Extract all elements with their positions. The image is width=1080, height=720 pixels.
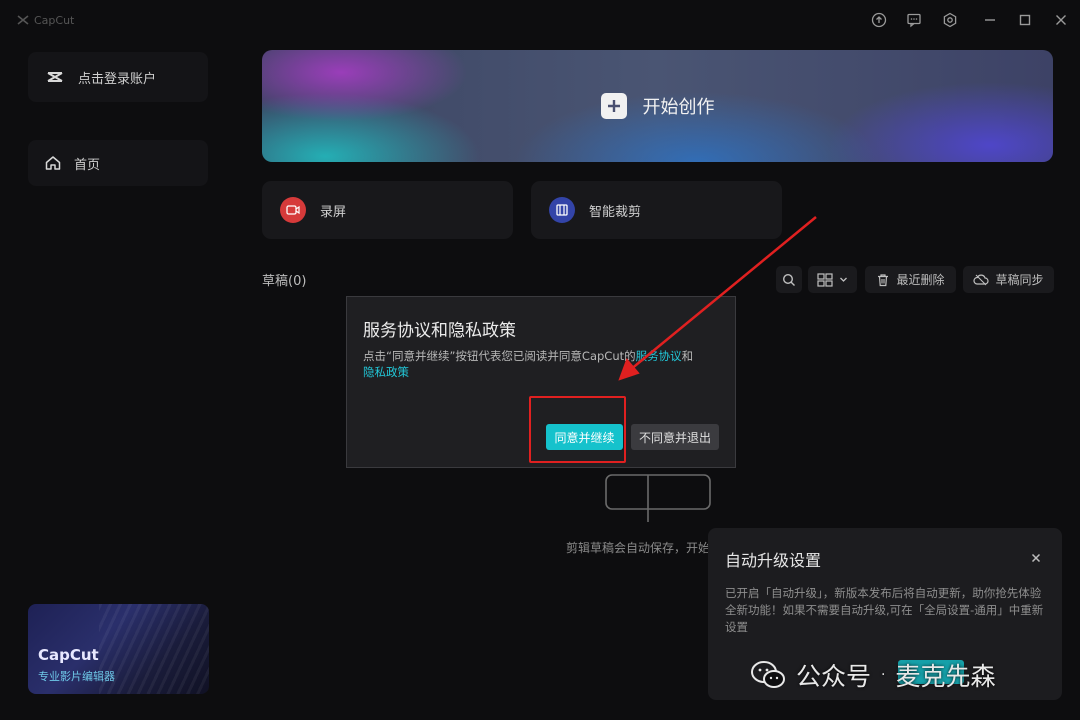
maximize-button[interactable] (1013, 8, 1037, 32)
home-icon (45, 156, 61, 170)
start-creation-button[interactable]: 开始创作 (262, 50, 1053, 162)
recent-delete-button[interactable]: 最近删除 (865, 266, 956, 293)
smart-crop-icon (549, 197, 575, 223)
dialog-body-and: 和 (681, 349, 694, 363)
grid-view-icon (817, 272, 833, 287)
recent-delete-label: 最近删除 (896, 273, 945, 287)
login-button[interactable]: 点击登录账户 (28, 52, 208, 102)
upload-button[interactable] (867, 8, 891, 32)
feedback-icon (907, 13, 921, 28)
toast-title: 自动升级设置 (725, 551, 822, 570)
toast-body: 已开启「自动升级」，新版本发布后将自动更新，助你抢先体验全新功能！如果不需要自动… (725, 586, 1044, 634)
record-screen-icon (280, 197, 306, 223)
service-agreement-link[interactable]: 服务协议 (636, 349, 682, 363)
toast-close-button[interactable] (1026, 548, 1046, 568)
promo-title: CapCut (38, 646, 99, 664)
minimize-icon (985, 19, 995, 21)
feedback-button[interactable] (902, 8, 926, 32)
search-button[interactable] (776, 266, 802, 293)
capcut-logo-icon (47, 72, 63, 82)
dialog-title: 服务协议和隐私政策 (363, 321, 516, 341)
draft-sync-label: 草稿同步 (995, 273, 1044, 287)
annotation-highlight-box (529, 396, 626, 463)
search-icon (782, 273, 795, 286)
watermark-dot: · (881, 667, 886, 683)
smart-crop-button[interactable]: 智能裁剪 (531, 181, 782, 239)
sidebar-item-home[interactable]: 首页 (28, 140, 208, 186)
drafts-title: 草稿(0) (262, 274, 307, 289)
smart-crop-label: 智能裁剪 (589, 204, 642, 220)
dialog-body: 点击“同意并继续”按钮代表您已阅读并同意CapCut的服务协议和隐私政策 (363, 348, 723, 380)
close-window-button[interactable] (1049, 8, 1073, 32)
privacy-policy-link[interactable]: 隐私政策 (363, 365, 409, 379)
start-creation-label: 开始创作 (642, 97, 715, 118)
empty-drafts-text: 剪辑草稿会自动保存，开始 (566, 541, 711, 555)
plus-icon (600, 93, 627, 119)
close-icon (1031, 553, 1041, 563)
title-bar: CapCut (0, 0, 1080, 40)
maximize-icon (1019, 14, 1031, 26)
cloud-sync-icon (973, 274, 990, 285)
app-logo: CapCut (16, 10, 74, 30)
settings-button[interactable] (938, 8, 962, 32)
promo-banner[interactable]: CapCut 专业影片编辑器 (28, 604, 209, 694)
sidebar-item-label: 首页 (74, 157, 101, 173)
capcut-logo-icon (17, 15, 29, 25)
wechat-icon (751, 661, 785, 688)
upload-icon (871, 12, 887, 28)
watermark-name: 麦克先森 (895, 662, 996, 691)
record-screen-label: 录屏 (320, 204, 347, 220)
watermark-label: 公众号 (796, 662, 872, 691)
gear-icon (943, 12, 957, 28)
record-screen-button[interactable]: 录屏 (262, 181, 513, 239)
minimize-button[interactable] (978, 8, 1002, 32)
chevron-down-icon (840, 277, 847, 282)
dialog-body-text: 点击“同意并继续”按钮代表您已阅读并同意CapCut的 (363, 349, 636, 363)
draft-sync-button[interactable]: 草稿同步 (963, 266, 1054, 293)
app-name: CapCut (34, 13, 75, 27)
promo-subtitle: 专业影片编辑器 (38, 670, 115, 683)
close-icon (1056, 15, 1066, 25)
view-mode-dropdown[interactable] (808, 266, 857, 293)
login-label: 点击登录账户 (78, 71, 157, 87)
empty-drafts-illustration (605, 474, 711, 522)
wechat-watermark: 公众号 · 麦克先森 (750, 655, 995, 695)
decline-exit-button[interactable]: 不同意并退出 (631, 424, 719, 450)
trash-icon (878, 273, 889, 286)
